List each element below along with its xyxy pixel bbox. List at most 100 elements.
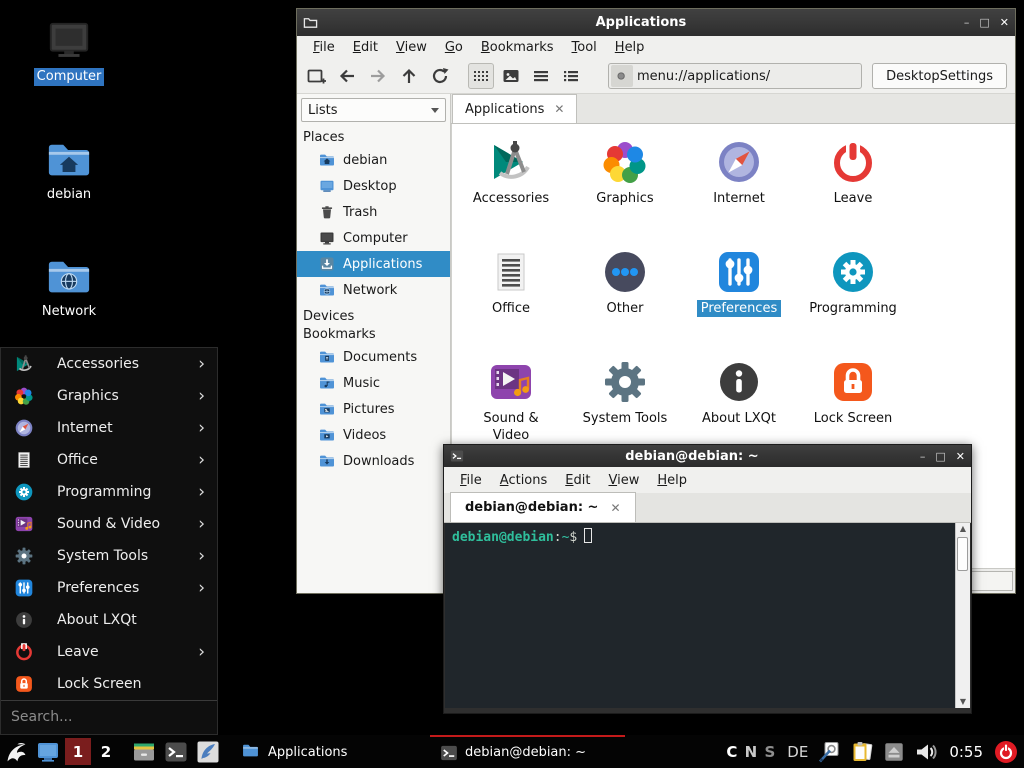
terminal-screen[interactable]: debian@debian:~$	[445, 523, 955, 708]
task-label: debian@debian: ~	[465, 745, 586, 760]
app-item-office[interactable]: Office	[454, 242, 568, 352]
sidebar-item-computer[interactable]: Computer	[297, 225, 450, 251]
menu-item-programming[interactable]: Programming ›	[1, 476, 217, 508]
terminal-scrollbar[interactable]: ▲ ▼	[955, 523, 970, 708]
start-menu-button[interactable]	[0, 735, 32, 768]
menu-item-office[interactable]: Office ›	[1, 444, 217, 476]
sidebar-mode-select[interactable]: Lists	[301, 98, 446, 122]
sidebar-item-pictures[interactable]: Pictures	[297, 396, 450, 422]
menu-edit[interactable]: Edit	[345, 38, 386, 57]
minimize-button[interactable]: –	[920, 450, 926, 463]
menu-help[interactable]: Help	[607, 38, 653, 57]
terminal-cursor	[584, 528, 592, 543]
task-terminal[interactable]: debian@debian: ~	[430, 735, 625, 768]
volume-icon[interactable]	[914, 740, 938, 764]
close-button[interactable]: ✕	[1000, 16, 1009, 29]
desktop-icon-label: Computer	[34, 68, 105, 86]
address-bar[interactable]: menu://applications/	[608, 63, 862, 89]
sidebar-item-debian[interactable]: debian	[297, 147, 450, 173]
desktop-icon-debian[interactable]: debian	[21, 138, 117, 204]
tab-applications[interactable]: Applications ✕	[452, 94, 577, 123]
terminal-titlebar[interactable]: debian@debian: ~ – □ ✕	[444, 445, 971, 467]
quicklaunch-terminal[interactable]	[160, 735, 192, 768]
eject-icon[interactable]	[883, 741, 905, 763]
scrollbar-thumb[interactable]	[957, 537, 968, 571]
menu-go[interactable]: Go	[437, 38, 471, 57]
desktop-icon-network[interactable]: Network	[21, 255, 117, 321]
sidebar-item-videos[interactable]: Videos	[297, 422, 450, 448]
fm-titlebar[interactable]: Applications – □ ✕	[297, 9, 1015, 36]
scroll-up-icon[interactable]: ▲	[960, 525, 966, 533]
sidebar-item-network[interactable]: Network	[297, 277, 450, 303]
computer-icon	[46, 20, 92, 66]
thumbnail-view-button[interactable]	[498, 63, 524, 89]
scroll-down-icon[interactable]: ▼	[960, 698, 966, 706]
menu-file[interactable]: File	[305, 38, 343, 57]
compact-view-button[interactable]	[528, 63, 554, 89]
menu-file[interactable]: File	[452, 471, 490, 490]
system-tools-icon	[601, 358, 649, 406]
featherpad-icon	[196, 740, 220, 764]
sidebar-item-applications[interactable]: Applications	[297, 251, 450, 277]
back-button[interactable]	[336, 66, 357, 87]
app-item-internet[interactable]: Internet	[682, 132, 796, 242]
tab-close-icon[interactable]: ✕	[554, 102, 564, 116]
show-desktop-button[interactable]	[32, 735, 64, 768]
menu-edit[interactable]: Edit	[557, 471, 598, 490]
maximize-button[interactable]: □	[935, 450, 945, 463]
menu-item-accessories[interactable]: Accessories ›	[1, 348, 217, 380]
tab-close-icon[interactable]: ✕	[610, 501, 620, 515]
keyboard-layout[interactable]: DE	[787, 743, 808, 761]
menu-item-internet[interactable]: Internet ›	[1, 412, 217, 444]
workspace-1-button[interactable]: 1	[65, 738, 91, 765]
menu-view[interactable]: View	[600, 471, 647, 490]
menu-item-leave[interactable]: Leave ›	[1, 636, 217, 668]
workspace-2-button[interactable]: 2	[93, 738, 119, 765]
screenshot-icon[interactable]	[817, 740, 841, 764]
app-item-leave[interactable]: Leave	[796, 132, 910, 242]
app-item-graphics[interactable]: Graphics	[568, 132, 682, 242]
forward-button[interactable]	[367, 66, 388, 87]
clipboard-icon[interactable]	[850, 740, 874, 764]
menu-tool[interactable]: Tool	[564, 38, 605, 57]
detailed-view-button[interactable]	[558, 63, 584, 89]
menu-actions[interactable]: Actions	[492, 471, 556, 490]
task-applications[interactable]: Applications	[230, 735, 430, 768]
sidebar-item-trash[interactable]: Trash	[297, 199, 450, 225]
quicklaunch-file-manager[interactable]	[128, 735, 160, 768]
menu-view[interactable]: View	[388, 38, 435, 57]
reload-button[interactable]	[429, 66, 450, 87]
app-item-preferences[interactable]: Preferences	[682, 242, 796, 352]
lxqt-logo-icon	[4, 739, 29, 764]
sidebar-item-documents[interactable]: Documents	[297, 344, 450, 370]
desktop-icon-computer[interactable]: Computer	[21, 20, 117, 86]
app-item-other[interactable]: Other	[568, 242, 682, 352]
new-tab-button[interactable]	[305, 66, 326, 87]
desktop-settings-button[interactable]: DesktopSettings	[872, 63, 1007, 89]
menu-item-preferences[interactable]: Preferences ›	[1, 572, 217, 604]
sidebar-item-downloads[interactable]: Downloads	[297, 448, 450, 474]
sidebar-item-music[interactable]: Music	[297, 370, 450, 396]
power-icon[interactable]	[994, 740, 1018, 764]
app-item-accessories[interactable]: Accessories	[454, 132, 568, 242]
quicklaunch-featherpad[interactable]	[192, 735, 224, 768]
minimize-button[interactable]: –	[964, 16, 970, 29]
sidebar-item-label: Network	[343, 283, 397, 298]
icon-view-button[interactable]	[468, 63, 494, 89]
clock[interactable]: 0:55	[949, 743, 983, 761]
menu-item-lock-screen[interactable]: Lock Screen	[1, 668, 217, 700]
up-button[interactable]	[398, 66, 419, 87]
menu-help[interactable]: Help	[649, 471, 695, 490]
app-item-programming[interactable]: Programming	[796, 242, 910, 352]
menu-item-about-lxqt[interactable]: About LXQt	[1, 604, 217, 636]
terminal-tab[interactable]: debian@debian: ~ ✕	[450, 492, 636, 522]
close-button[interactable]: ✕	[956, 450, 965, 463]
menu-item-sound-video[interactable]: Sound & Video ›	[1, 508, 217, 540]
maximize-button[interactable]: □	[979, 16, 989, 29]
menu-item-system-tools[interactable]: System Tools ›	[1, 540, 217, 572]
sidebar-item-desktop[interactable]: Desktop	[297, 173, 450, 199]
search-input[interactable]	[1, 709, 217, 725]
menu-item-graphics[interactable]: Graphics ›	[1, 380, 217, 412]
menu-bookmarks[interactable]: Bookmarks	[473, 38, 562, 57]
leave-icon	[14, 642, 34, 662]
